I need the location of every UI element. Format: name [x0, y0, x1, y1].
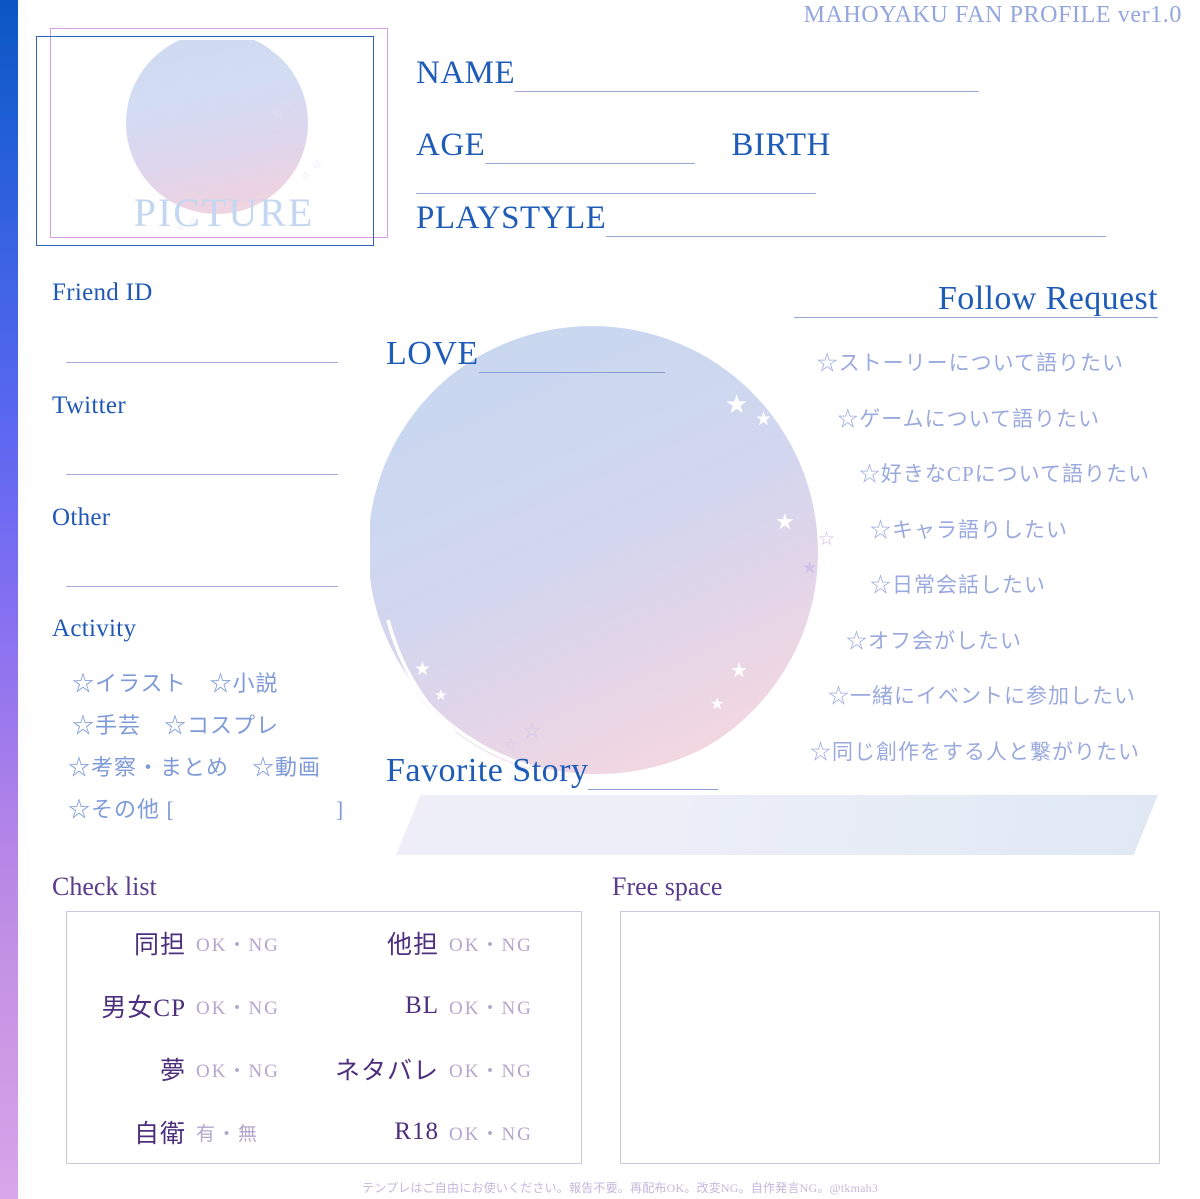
follow-request-item[interactable]: ☆オフ会がしたい [758, 614, 1158, 670]
star-icon: ☆ [522, 718, 542, 743]
check-item-label: ネタバレ [334, 1058, 439, 1085]
other-label: Other [52, 504, 111, 531]
follow-request-item[interactable]: ☆好きなCPについて語りたい [758, 447, 1158, 503]
picture-placeholder-area[interactable]: ☆ ☆ ☆ ☆ ☆ ☆ PICTURE [40, 40, 370, 242]
check-item-options[interactable]: OK・NG [449, 1119, 559, 1146]
star-icon: ☆ [301, 171, 310, 182]
follow-request-item[interactable]: ☆一緒にイベントに参加したい [758, 669, 1158, 725]
check-item-label: 自衛 [133, 1121, 186, 1148]
follow-request-item[interactable]: ☆日常会話したい [758, 558, 1158, 614]
other-input[interactable] [66, 586, 338, 587]
check-item-label: 男女CP [101, 995, 186, 1022]
field-row-age-birth: AGE BIRTH [416, 127, 1200, 194]
twitter-input[interactable] [66, 474, 338, 475]
check-list-cell[interactable]: 同担 OK・NG [67, 912, 324, 975]
check-item-label: 他担 [386, 932, 439, 959]
playstyle-label: PLAYSTYLE [416, 200, 607, 236]
star-icon: ☆ [283, 100, 292, 111]
check-item-options[interactable]: OK・NG [196, 993, 306, 1020]
activity-item[interactable]: ☆イラスト ☆小説 [68, 663, 368, 705]
check-list-cell[interactable]: 夢 OK・NG [67, 1038, 324, 1101]
check-item-options[interactable]: OK・NG [449, 930, 559, 957]
check-list-grid: 同担 OK・NG 他担 OK・NG 男女CP OK・NG BL OK・NG 夢 … [67, 912, 581, 1163]
ribbon-band [396, 795, 1158, 855]
age-input[interactable] [485, 134, 696, 164]
check-list-title: Check list [52, 872, 157, 901]
check-item-options[interactable]: 有・無 [196, 1119, 306, 1146]
check-item-label: 夢 [159, 1058, 186, 1085]
left-gradient-bar [0, 0, 18, 1199]
field-row-love: LOVE [386, 335, 665, 373]
name-input[interactable] [515, 62, 980, 92]
star-icon: ★ [414, 659, 432, 680]
playstyle-input[interactable] [606, 207, 1107, 237]
star-icon: ☆ [272, 106, 284, 121]
star-icon: ★ [725, 390, 749, 419]
activity-item[interactable]: ☆手芸 ☆コスプレ [68, 705, 368, 747]
check-item-options[interactable]: OK・NG [196, 1056, 306, 1083]
check-list-cell[interactable]: R18 OK・NG [324, 1101, 581, 1164]
follow-request-item[interactable]: ☆ストーリーについて語りたい [758, 336, 1158, 392]
follow-request-item[interactable]: ☆同じ創作をする人と繋がりたい [758, 725, 1158, 781]
check-item-options[interactable]: OK・NG [196, 930, 306, 957]
footer-credit: テンプレはご自由にお使いください。報告不要。再配布OK。改変NG。自作発言NG。… [361, 1181, 879, 1195]
activity-list: ☆イラスト ☆小説 ☆手芸 ☆コスプレ ☆考察・まとめ ☆動画 ☆その他 [ ] [68, 663, 368, 831]
activity-title: Activity [52, 615, 137, 642]
check-list-cell[interactable]: 男女CP OK・NG [67, 975, 324, 1038]
free-space-title: Free space [612, 872, 723, 901]
check-list-box: 同担 OK・NG 他担 OK・NG 男女CP OK・NG BL OK・NG 夢 … [66, 911, 582, 1164]
star-icon: ★ [710, 696, 725, 713]
favorite-story-label: Favorite Story [386, 752, 589, 789]
follow-request-list: ☆ストーリーについて語りたい ☆ゲームについて語りたい ☆好きなCPについて語り… [758, 336, 1158, 780]
field-row-name: NAME [416, 55, 980, 92]
follow-request-title: Follow Request [938, 280, 1158, 317]
friend-id-label: Friend ID [52, 279, 153, 306]
birth-input[interactable] [416, 164, 816, 194]
check-list-cell[interactable]: 自衛 有・無 [67, 1101, 324, 1164]
check-item-options[interactable]: OK・NG [449, 993, 559, 1020]
star-icon: ★ [730, 660, 748, 682]
star-icon: ★ [434, 688, 448, 704]
check-list-cell[interactable]: ネタバレ OK・NG [324, 1038, 581, 1101]
star-icon: ☆ [312, 159, 322, 171]
twitter-label: Twitter [52, 392, 126, 419]
check-item-label: BL [405, 992, 439, 1019]
check-item-label: R18 [394, 1118, 439, 1145]
field-row-playstyle: PLAYSTYLE [416, 200, 1107, 237]
check-list-cell[interactable]: 他担 OK・NG [324, 912, 581, 975]
birth-label: BIRTH [731, 127, 831, 163]
age-label: AGE [416, 127, 486, 163]
friend-id-input[interactable] [66, 362, 338, 363]
check-item-label: 同担 [133, 932, 186, 959]
name-label: NAME [416, 55, 516, 91]
picture-label: PICTURE [133, 190, 315, 235]
picture-frame[interactable]: ☆ ☆ ☆ ☆ ☆ ☆ PICTURE [36, 28, 388, 256]
left-gradient-fade [18, 0, 27, 1199]
follow-request-item[interactable]: ☆ゲームについて語りたい [758, 392, 1158, 448]
activity-item[interactable]: ☆考察・まとめ ☆動画 [68, 747, 368, 789]
favorite-story-input[interactable] [588, 756, 719, 790]
follow-request-item[interactable]: ☆キャラ語りしたい [758, 503, 1158, 559]
check-list-cell[interactable]: BL OK・NG [324, 975, 581, 1038]
follow-request-underline [794, 317, 1158, 318]
follow-request-header: Follow Request [938, 280, 1158, 318]
love-input[interactable] [478, 339, 665, 373]
page-title: MAHOYAKU FAN PROFILE ver1.0 [803, 2, 1182, 28]
activity-item[interactable]: ☆その他 [ ] [68, 789, 368, 831]
field-row-favorite-story: Favorite Story [386, 752, 719, 790]
check-item-options[interactable]: OK・NG [449, 1056, 559, 1083]
love-label: LOVE [386, 335, 479, 372]
free-space-box[interactable] [620, 911, 1160, 1164]
